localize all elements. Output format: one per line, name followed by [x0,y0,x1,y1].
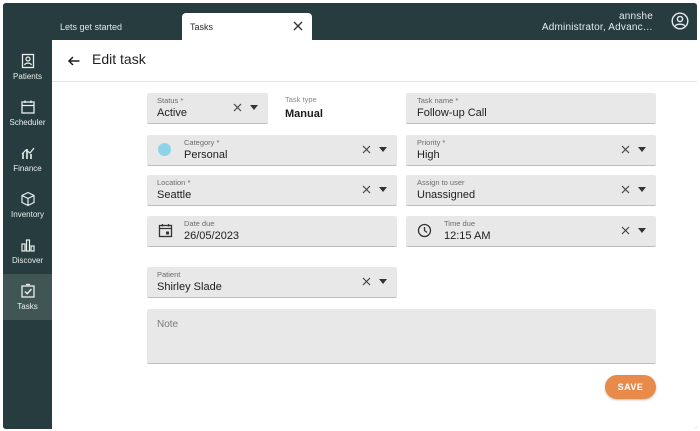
calendar-icon[interactable] [158,223,173,238]
time-due-value: 12:15 AM [444,230,491,242]
calendar-icon [20,100,35,114]
sidebar-item-patients[interactable]: Patients [3,44,52,90]
category-color-dot [158,143,171,156]
save-button[interactable]: SAVE [605,375,656,399]
account-icon[interactable] [671,12,689,30]
priority-select[interactable]: Priority * High [406,135,656,166]
chevron-down-icon[interactable] [379,279,387,284]
status-select[interactable]: Status * Active [147,93,268,124]
sidebar-item-discover[interactable]: Discover [3,228,52,274]
clear-icon[interactable] [621,185,630,194]
top-bar: Lets get started Tasks annshe Administra… [3,3,697,40]
date-due-value: 26/05/2023 [184,230,240,242]
category-value: Personal [184,149,228,161]
checkbox-icon [20,283,35,298]
patient-label: Patient [157,270,181,279]
task-name-label: Task name * [417,96,459,105]
box-icon [20,191,35,207]
close-icon[interactable] [292,20,304,32]
user-info: annshe Administrator, Advanc… [542,11,653,33]
tab-label: Lets get started [60,21,123,32]
location-value: Seattle [157,189,192,201]
user-role: Administrator, Advanc… [541,22,653,33]
clear-icon[interactable] [362,145,371,154]
status-label: Status * [157,96,184,105]
clear-icon[interactable] [233,103,242,112]
page-title: Edit task [92,51,146,67]
sidebar-item-finance[interactable]: Finance [3,136,52,182]
tab-tasks[interactable]: Tasks [182,13,312,40]
date-due-field[interactable]: Date due 26/05/2023 [147,216,397,247]
page-header: Edit task [52,40,697,82]
category-label: Category * [184,138,220,147]
sidebar-item-label: Scheduler [9,118,46,127]
task-type-label: Task type [285,95,317,104]
clear-icon[interactable] [362,277,371,286]
tab-lets-get-started[interactable]: Lets get started [52,13,180,40]
chevron-down-icon[interactable] [379,187,387,192]
sidebar-item-label: Inventory [11,210,44,219]
patients-icon [21,53,34,69]
sidebar-item-scheduler[interactable]: Scheduler [3,90,52,136]
sidebar-item-inventory[interactable]: Inventory [3,182,52,228]
clear-icon[interactable] [362,185,371,194]
tab-label: Tasks [190,21,214,32]
status-value: Active [157,107,187,119]
sidebar-item-tasks[interactable]: Tasks [3,274,52,320]
note-textarea[interactable]: Note [147,309,656,364]
bar-chart-icon [20,239,35,252]
sidebar: Patients Scheduler Finance Inventory Dis… [3,40,52,429]
sidebar-item-label: Discover [11,256,44,265]
sidebar-item-label: Patients [13,72,42,81]
date-due-label: Date due [184,219,215,228]
sidebar-item-label: Finance [13,164,42,173]
clear-icon[interactable] [621,226,630,235]
time-due-select[interactable]: Time due 12:15 AM [406,216,656,247]
clock-icon[interactable] [417,223,432,238]
location-label: Location * [157,178,191,187]
sidebar-item-label: Tasks [17,302,38,311]
back-arrow-icon[interactable] [67,54,81,68]
assign-to-value: Unassigned [417,189,476,201]
time-due-label: Time due [444,219,475,228]
chevron-down-icon[interactable] [379,147,387,152]
main-content: Edit task Status * Active Task type Manu… [52,40,697,429]
chevron-down-icon[interactable] [638,187,646,192]
patient-select[interactable]: Patient Shirley Slade [147,267,397,298]
finance-icon [21,147,34,159]
task-type: Task type Manual [285,95,323,120]
chevron-down-icon[interactable] [638,228,646,233]
location-select[interactable]: Location * Seattle [147,175,397,206]
task-name-value: Follow-up Call [417,107,487,119]
category-select[interactable]: Category * Personal [147,135,397,166]
note-placeholder: Note [157,319,179,330]
task-name-field[interactable]: Task name * Follow-up Call [406,93,656,124]
patient-value: Shirley Slade [157,281,222,293]
user-name: annshe [618,11,653,22]
chevron-down-icon[interactable] [250,105,258,110]
priority-value: High [417,149,440,161]
assign-to-select[interactable]: Assign to user Unassigned [406,175,656,206]
chevron-down-icon[interactable] [638,147,646,152]
clear-icon[interactable] [621,145,630,154]
app-window: Lets get started Tasks annshe Administra… [3,3,697,429]
priority-label: Priority * [417,138,446,147]
assign-to-label: Assign to user [417,178,465,187]
task-type-value: Manual [285,108,323,120]
